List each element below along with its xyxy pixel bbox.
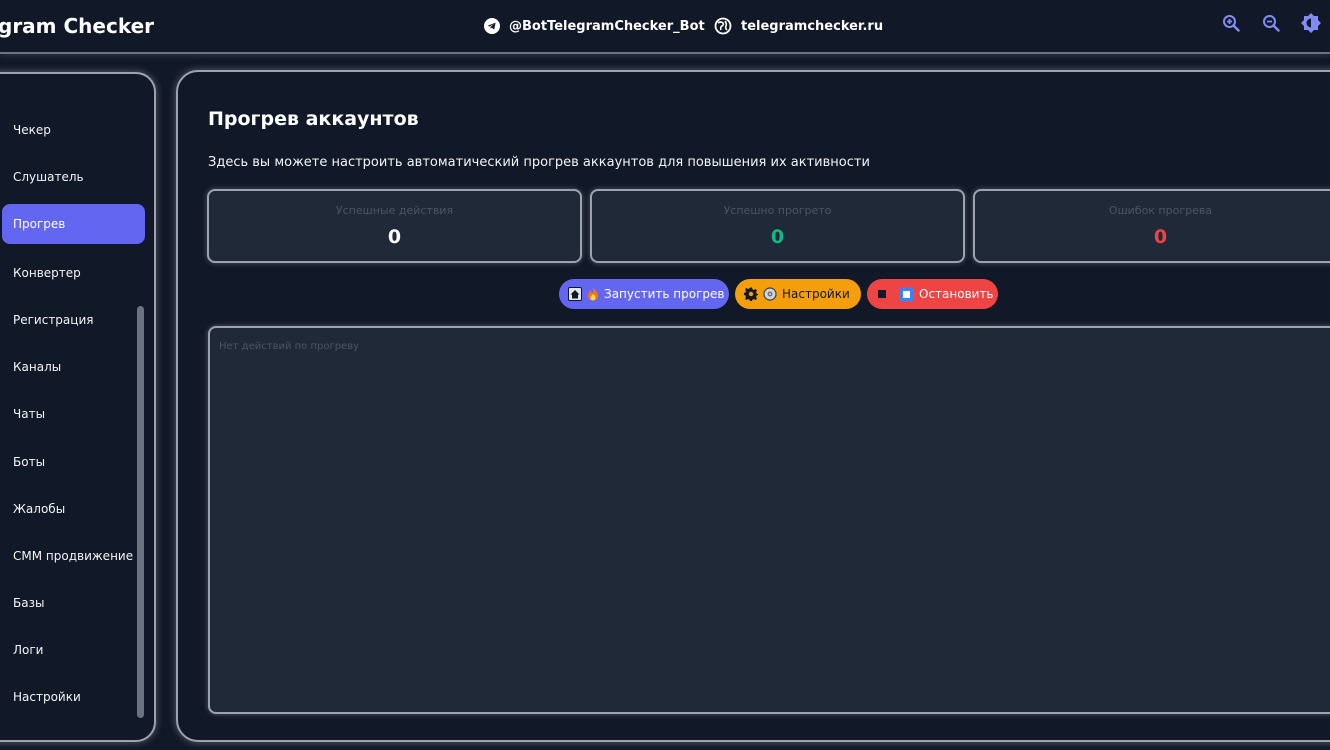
sidebar-item-warmup[interactable]: Прогрев: [2, 204, 145, 244]
app-title: gram Checker: [0, 14, 155, 38]
start-warmup-label: Запустить прогрев: [604, 287, 725, 301]
sidebar-item-checker[interactable]: Чекер: [2, 110, 145, 150]
stat-card-errors: Ошибок прогрева 0: [973, 189, 1330, 263]
globe-icon: [714, 17, 732, 35]
theme-toggle-button[interactable]: [1299, 13, 1323, 37]
sidebar-item-label: Прогрев: [13, 217, 66, 231]
stop-label: Остановить: [919, 287, 994, 301]
gear-icon: [744, 287, 758, 301]
sidebar-item-label: Регистрация: [13, 313, 94, 327]
sidebar-item-label: Каналы: [13, 360, 62, 374]
zoom-in-button[interactable]: [1219, 13, 1243, 37]
sidebar-item-logs[interactable]: Логи: [2, 630, 145, 670]
sidebar-item-label: Чаты: [13, 407, 46, 421]
sidebar-item-smm[interactable]: СММ продвижение: [2, 536, 145, 576]
sidebar-item-label: Жалобы: [13, 502, 66, 516]
sidebar-item-channels[interactable]: Каналы: [2, 347, 145, 387]
sidebar-item-registration[interactable]: Регистрация: [2, 300, 145, 340]
stat-value: 0: [387, 226, 402, 248]
telegram-icon: [484, 18, 500, 34]
sidebar-scrollbar[interactable]: [137, 306, 144, 718]
settings-label: Настройки: [782, 287, 850, 301]
zoom-in-icon: [1222, 14, 1240, 36]
warmup-log-area[interactable]: Нет действий по прогреву: [208, 326, 1330, 714]
stat-label: Успешные действия: [335, 204, 454, 217]
sidebar-item-label: Чекер: [13, 123, 51, 137]
site-link[interactable]: telegramchecker.ru: [714, 16, 883, 36]
sidebar-item-listener[interactable]: Слушатель: [2, 157, 145, 197]
home-icon: [568, 287, 582, 301]
zoom-out-button[interactable]: [1259, 13, 1283, 37]
start-warmup-button[interactable]: Запустить прогрев: [559, 279, 729, 309]
stop-square-icon: [876, 288, 888, 300]
sidebar-item-label: Настройки: [13, 690, 81, 704]
fire-icon: [587, 287, 599, 301]
page-description: Здесь вы можете настроить автоматический…: [208, 155, 870, 170]
sidebar-item-databases[interactable]: Базы: [2, 583, 145, 623]
zoom-out-icon: [1262, 14, 1280, 36]
stop-button-icon: [899, 287, 914, 302]
page-title: Прогрев аккаунтов: [208, 108, 419, 130]
sidebar-item-label: Боты: [13, 455, 46, 469]
top-header: gram Checker @BotTelegramChecker_Bot tel…: [0, 0, 1330, 54]
main-panel: Прогрев аккаунтов Здесь вы можете настро…: [176, 70, 1330, 742]
stat-label: Ошибок прогрева: [1108, 204, 1213, 217]
sidebar-item-settings[interactable]: Настройки: [2, 677, 145, 717]
sidebar: Чекер Слушатель Прогрев Конвертер Регист…: [0, 72, 156, 742]
sidebar-item-label: Базы: [13, 596, 45, 610]
stat-card-successful-actions: Успешные действия 0: [207, 189, 582, 263]
sidebar-item-label: Слушатель: [13, 170, 84, 184]
stat-value: 0: [770, 226, 785, 248]
sidebar-item-label: Логи: [13, 643, 44, 657]
log-empty-message: Нет действий по прогреву: [219, 341, 360, 352]
stop-button[interactable]: Остановить: [867, 279, 998, 309]
settings-button[interactable]: Настройки: [735, 279, 861, 309]
sidebar-item-chats[interactable]: Чаты: [2, 394, 145, 434]
theme-toggle-icon: [1300, 12, 1322, 38]
sidebar-item-complaints[interactable]: Жалобы: [2, 489, 145, 529]
sidebar-item-bots[interactable]: Боты: [2, 442, 145, 482]
site-link-text: telegramchecker.ru: [741, 18, 884, 34]
sidebar-item-label: СММ продвижение: [13, 549, 134, 563]
stat-label: Успешно прогрето: [723, 204, 832, 217]
stat-value: 0: [1153, 226, 1168, 248]
bot-link[interactable]: @BotTelegramChecker_Bot: [484, 16, 705, 36]
sidebar-item-label: Конвертер: [13, 266, 81, 280]
bot-link-text: @BotTelegramChecker_Bot: [509, 18, 705, 34]
sidebar-item-converter[interactable]: Конвертер: [2, 253, 145, 293]
cog-emoji-icon: [763, 287, 777, 301]
stat-card-warmed-up: Успешно прогрето 0: [590, 189, 965, 263]
